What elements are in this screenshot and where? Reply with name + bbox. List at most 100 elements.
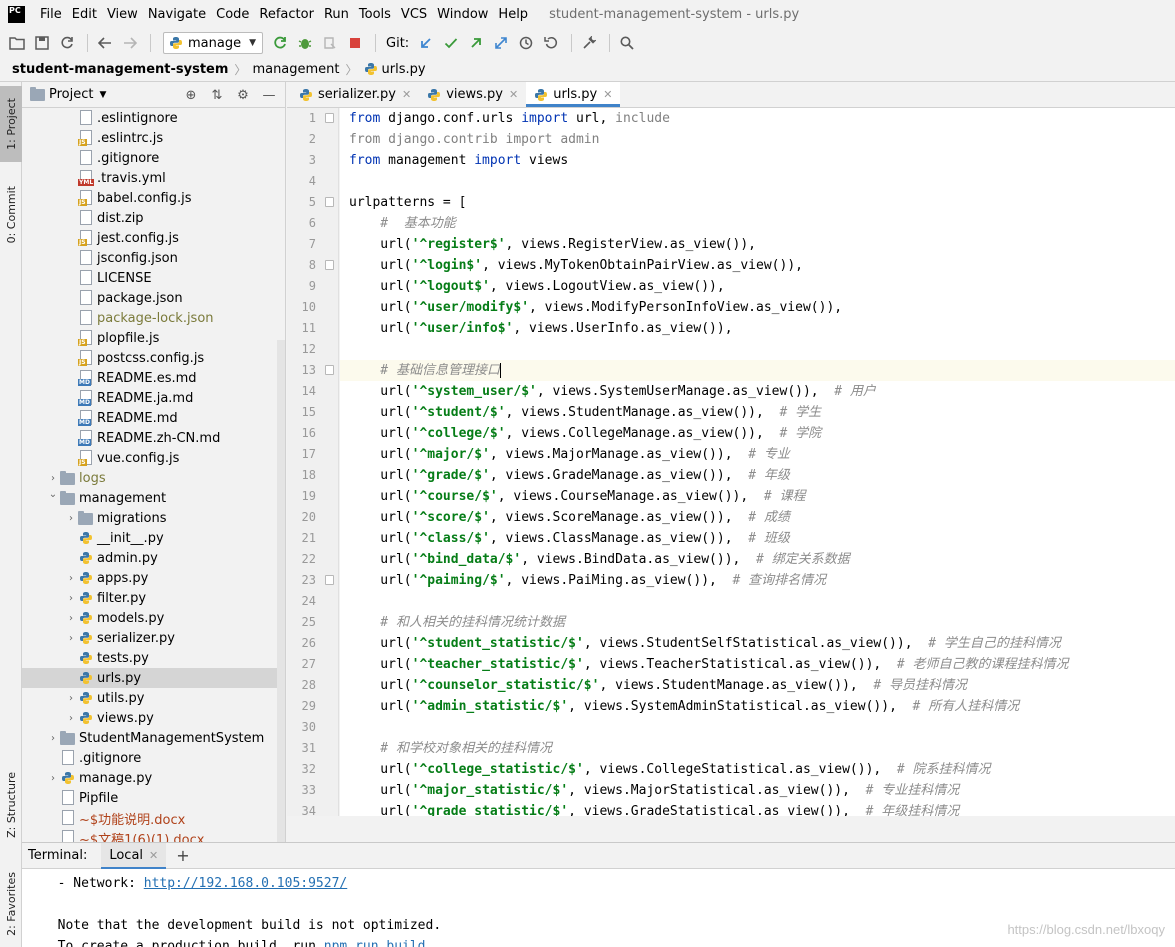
git-commit-check-icon[interactable] [440,32,462,54]
chevron-right-icon[interactable]: › [64,513,78,524]
tree-file[interactable]: admin.py [22,548,285,568]
locate-target-icon[interactable]: ⊕ [181,86,201,104]
favorites-tool-tab[interactable]: 2: Favorites [0,864,22,944]
fold-marker-icon[interactable] [325,260,334,270]
git-push-icon[interactable] [465,32,487,54]
tree-file[interactable]: YML .travis.yml [22,168,285,188]
tree-file[interactable]: MD README.zh-CN.md [22,428,285,448]
tree-file[interactable]: › models.py [22,608,285,628]
history-clock-icon[interactable] [515,32,537,54]
coverage-icon[interactable] [319,32,341,54]
tree-file[interactable]: › utils.py [22,688,285,708]
tree-file[interactable]: jsconfig.json [22,248,285,268]
chevron-right-icon[interactable]: › [64,613,78,624]
chevron-right-icon[interactable]: › [46,773,60,784]
tree-file[interactable]: › manage.py [22,768,285,788]
git-merge-icon[interactable] [490,32,512,54]
breadcrumb-file[interactable]: urls.py [364,62,426,77]
tree-file[interactable]: JS postcss.config.js [22,348,285,368]
project-panel-title[interactable]: Project [49,87,93,102]
rerun-icon[interactable] [269,32,291,54]
code-editor[interactable]: from django.conf.urls import url, includ… [340,108,1175,816]
tree-file[interactable]: › serializer.py [22,628,285,648]
sync-icon[interactable] [56,32,78,54]
menu-help[interactable]: Help [493,0,533,29]
chevron-right-icon[interactable]: › [46,733,60,744]
project-tool-tab[interactable]: 1: Project [0,86,22,162]
tree-file[interactable]: .eslintignore [22,108,285,128]
tree-folder[interactable]: › migrations [22,508,285,528]
tree-folder[interactable]: ⌄ management [22,488,285,508]
close-icon[interactable]: ✕ [603,88,612,101]
add-terminal-icon[interactable]: + [176,846,189,865]
structure-tool-tab[interactable]: Z: Structure [0,764,22,846]
tree-file[interactable]: __init__.py [22,528,285,548]
tree-file[interactable]: ~$功能说明.docx [22,808,285,828]
collapse-all-icon[interactable]: ⇅ [207,86,227,104]
editor-tab-serializer-py[interactable]: serializer.py ✕ [291,82,419,107]
run-configuration-select[interactable]: manage ▼ [163,32,264,54]
tree-file[interactable]: JS plopfile.js [22,328,285,348]
search-icon[interactable] [616,32,638,54]
close-icon[interactable]: ✕ [149,849,158,862]
tree-file[interactable]: MD README.md [22,408,285,428]
tree-file[interactable]: .gitignore [22,148,285,168]
chevron-right-icon[interactable]: › [64,713,78,724]
tree-file[interactable]: JS .eslintrc.js [22,128,285,148]
tree-file[interactable]: › apps.py [22,568,285,588]
menu-navigate[interactable]: Navigate [143,0,211,29]
editor-tab-urls-py[interactable]: urls.py ✕ [526,82,621,107]
tree-file[interactable]: tests.py [22,648,285,668]
breadcrumb-project[interactable]: student-management-system [12,62,228,77]
chevron-down-icon[interactable]: ⌄ [46,490,60,500]
menu-vcs[interactable]: VCS [396,0,432,29]
tree-file[interactable]: urls.py [22,668,285,688]
close-icon[interactable]: ✕ [402,88,411,101]
gear-icon[interactable]: ⚙ [233,86,253,104]
tree-file[interactable]: MD README.es.md [22,368,285,388]
menu-view[interactable]: View [102,0,143,29]
settings-wrench-icon[interactable] [578,32,600,54]
tree-file[interactable]: › views.py [22,708,285,728]
tree-file[interactable]: LICENSE [22,268,285,288]
breadcrumb-folder[interactable]: management [252,62,339,77]
fold-marker-icon[interactable] [325,113,334,123]
chevron-right-icon[interactable]: › [64,593,78,604]
chevron-right-icon[interactable]: › [64,693,78,704]
rollback-icon[interactable] [540,32,562,54]
tree-file[interactable]: JS jest.config.js [22,228,285,248]
tree-file[interactable]: dist.zip [22,208,285,228]
tree-file[interactable]: package-lock.json [22,308,285,328]
editor-tab-views-py[interactable]: views.py ✕ [419,82,526,107]
menu-refactor[interactable]: Refactor [254,0,319,29]
fold-marker-icon[interactable] [325,365,334,375]
menu-edit[interactable]: Edit [67,0,102,29]
save-all-icon[interactable] [31,32,53,54]
tree-file[interactable]: › filter.py [22,588,285,608]
stop-icon[interactable] [344,32,366,54]
terminal-tab-local[interactable]: Local ✕ [101,842,167,869]
menu-window[interactable]: Window [432,0,493,29]
close-icon[interactable]: ✕ [509,88,518,101]
tree-file[interactable]: MD README.ja.md [22,388,285,408]
menu-tools[interactable]: Tools [354,0,396,29]
hide-panel-icon[interactable]: — [259,86,279,104]
fold-marker-icon[interactable] [325,575,334,585]
forward-icon[interactable] [119,32,141,54]
chevron-right-icon[interactable]: › [64,633,78,644]
menu-file[interactable]: File [35,0,67,29]
git-update-icon[interactable] [415,32,437,54]
open-folder-icon[interactable] [6,32,28,54]
back-icon[interactable] [94,32,116,54]
tree-folder[interactable]: › StudentManagementSystem [22,728,285,748]
tree-file[interactable]: Pipfile [22,788,285,808]
chevron-down-icon[interactable]: ▼ [99,90,106,100]
tree-file[interactable]: JS vue.config.js [22,448,285,468]
tree-file[interactable]: ~$文稿1(6)(1).docx [22,828,285,842]
fold-marker-icon[interactable] [325,197,334,207]
terminal-output[interactable]: - Network: http://192.168.0.105:9527/ No… [22,869,1175,947]
commit-tool-tab[interactable]: 0: Commit [0,176,22,254]
chevron-right-icon[interactable]: › [64,573,78,584]
tree-file[interactable]: JS babel.config.js [22,188,285,208]
tree-file[interactable]: package.json [22,288,285,308]
